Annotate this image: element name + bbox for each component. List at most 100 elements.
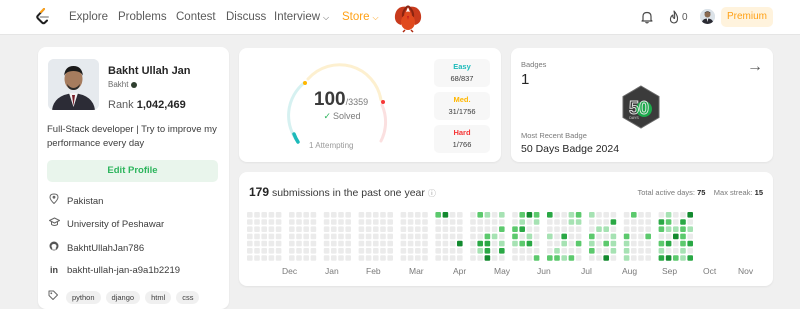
heatmap-cell[interactable] [331, 255, 337, 261]
heatmap-cell[interactable] [415, 240, 421, 247]
heatmap-cell[interactable] [512, 226, 518, 232]
heatmap-cell[interactable] [512, 219, 518, 225]
heatmap-cell[interactable] [373, 240, 379, 247]
heatmap-cell[interactable] [533, 248, 540, 254]
heatmap-cell[interactable] [358, 219, 365, 225]
heatmap-cell[interactable] [470, 240, 476, 247]
heatmap-cell[interactable] [526, 255, 533, 261]
heatmap-cell[interactable] [568, 233, 575, 240]
heatmap-cell[interactable] [658, 219, 665, 225]
heatmap-cell[interactable] [673, 233, 679, 240]
heatmap-cell[interactable] [547, 233, 553, 240]
heatmap-cell[interactable] [457, 240, 463, 247]
heatmap-cell[interactable] [589, 255, 595, 261]
arrow-right-icon[interactable]: → [747, 58, 763, 76]
heatmap-cell[interactable] [400, 212, 407, 218]
heatmap-cell[interactable] [387, 240, 393, 247]
heatmap-cell[interactable] [526, 212, 533, 218]
heatmap-cell[interactable] [687, 240, 693, 247]
heatmap-cell[interactable] [658, 248, 665, 254]
heatmap-cell[interactable] [449, 255, 456, 261]
heatmap-cell[interactable] [268, 219, 275, 225]
heatmap-cell[interactable] [519, 240, 525, 247]
heatmap-cell[interactable] [407, 219, 414, 225]
heatmap-cell[interactable] [470, 212, 476, 218]
heatmap-cell[interactable] [380, 212, 386, 218]
heatmap-cell[interactable] [623, 240, 630, 247]
heatmap-cell[interactable] [289, 233, 295, 240]
heatmap-cell[interactable] [323, 240, 330, 247]
heatmap-cell[interactable] [289, 219, 295, 225]
heatmap-cell[interactable] [415, 226, 421, 232]
heatmap-cell[interactable] [687, 219, 693, 225]
heatmap-cell[interactable] [358, 255, 365, 261]
heatmap-cell[interactable] [275, 226, 282, 232]
heatmap-cell[interactable] [400, 233, 407, 240]
heatmap-cell[interactable] [303, 248, 309, 254]
heatmap-cell[interactable] [526, 248, 533, 254]
heatmap-cell[interactable] [365, 240, 372, 247]
heatmap-cell[interactable] [568, 240, 575, 247]
heatmap-cell[interactable] [442, 212, 449, 218]
heatmap-cell[interactable] [533, 212, 540, 218]
heatmap-cell[interactable] [435, 233, 441, 240]
heatmap-cell[interactable] [338, 255, 344, 261]
heatmap-cell[interactable] [561, 248, 567, 254]
heatmap-cell[interactable] [561, 226, 567, 232]
heatmap-cell[interactable] [484, 226, 491, 232]
heatmap-cell[interactable] [561, 240, 567, 247]
heatmap-cell[interactable] [568, 248, 575, 254]
heatmap-cell[interactable] [484, 240, 491, 247]
heatmap-cell[interactable] [247, 219, 253, 225]
heatmap-cell[interactable] [568, 255, 575, 261]
avatar[interactable] [700, 9, 715, 24]
heatmap-cell[interactable] [303, 240, 309, 247]
heatmap-cell[interactable] [435, 240, 441, 247]
heatmap-cell[interactable] [373, 233, 379, 240]
heatmap-cell[interactable] [358, 233, 365, 240]
heatmap-cell[interactable] [310, 240, 317, 247]
heatmap-cell[interactable] [554, 219, 560, 225]
heatmap-cell[interactable] [512, 248, 518, 254]
heatmap-cell[interactable] [687, 248, 693, 254]
heatmap-cell[interactable] [484, 212, 491, 218]
heatmap-cell[interactable] [331, 240, 337, 247]
heatmap-cell[interactable] [407, 248, 414, 254]
heatmap-cell[interactable] [365, 248, 372, 254]
heatmap-cell[interactable] [442, 233, 449, 240]
heatmap-cell[interactable] [610, 226, 617, 232]
heatmap-cell[interactable] [338, 233, 344, 240]
heatmap-cell[interactable] [554, 233, 560, 240]
heatmap-cell[interactable] [610, 219, 617, 225]
heatmap-cell[interactable] [547, 226, 553, 232]
heatmap-cell[interactable] [680, 240, 686, 247]
linkedin-link[interactable]: bakht-ullah-jan-a9a1b2219 [67, 265, 180, 276]
heatmap-cell[interactable] [603, 233, 609, 240]
heatmap-cell[interactable] [547, 212, 553, 218]
heatmap-cell[interactable] [631, 226, 637, 232]
heatmap-cell[interactable] [268, 240, 275, 247]
heatmap-cell[interactable] [603, 240, 609, 247]
heatmap-cell[interactable] [400, 248, 407, 254]
heatmap-cell[interactable] [477, 240, 483, 247]
heatmap-cell[interactable] [519, 226, 525, 232]
heatmap-cell[interactable] [387, 248, 393, 254]
heatmap-cell[interactable] [603, 226, 609, 232]
heatmap-cell[interactable] [519, 233, 525, 240]
heatmap-cell[interactable] [449, 219, 456, 225]
heatmap-cell[interactable] [323, 212, 330, 218]
heatmap-cell[interactable] [373, 226, 379, 232]
heatmap-cell[interactable] [407, 226, 414, 232]
heatmap-cell[interactable] [610, 255, 617, 261]
heatmap-cell[interactable] [491, 240, 498, 247]
heatmap-cell[interactable] [603, 248, 609, 254]
heatmap-cell[interactable] [247, 255, 253, 261]
heatmap-cell[interactable] [422, 240, 428, 247]
heatmap-cell[interactable] [365, 233, 372, 240]
heatmap-cell[interactable] [477, 248, 483, 254]
heatmap-cell[interactable] [323, 248, 330, 254]
heatmap-cell[interactable] [373, 212, 379, 218]
heatmap-cell[interactable] [358, 212, 365, 218]
heatmap-cell[interactable] [623, 219, 630, 225]
heatmap-cell[interactable] [310, 226, 317, 232]
